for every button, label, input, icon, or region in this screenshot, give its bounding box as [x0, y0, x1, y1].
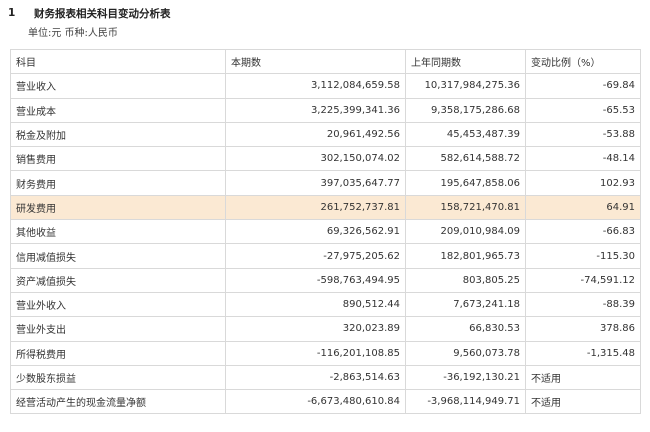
column-header-prior: 上年同期数 — [405, 48, 526, 75]
row-prior: 582,614,588.72 — [405, 146, 526, 172]
row-current: 320,023.89 — [225, 316, 406, 342]
row-item: 少数股东损益 — [10, 364, 226, 391]
row-item: 营业收入 — [10, 73, 226, 99]
row-change: -88.39 — [525, 291, 641, 318]
row-change: -1,315.48 — [525, 340, 641, 366]
row-change: -48.14 — [525, 146, 641, 172]
row-item: 经营活动产生的现金流量净额 — [10, 389, 226, 415]
row-prior: 209,010,984.09 — [405, 219, 526, 245]
row-item: 营业成本 — [10, 97, 226, 123]
row-change: 64.91 — [525, 194, 641, 221]
row-current: 3,112,084,659.58 — [225, 73, 406, 99]
table-row: 其他收益 69,326,562.91 209,010,984.09 -66.83 — [10, 219, 641, 245]
row-current: 890,512.44 — [225, 291, 406, 318]
row-item: 销售费用 — [10, 146, 226, 172]
table-row: 营业外支出 320,023.89 66,830.53 378.86 — [10, 316, 641, 342]
table-row: 销售费用 302,150,074.02 582,614,588.72 -48.14 — [10, 146, 641, 172]
row-current: 69,326,562.91 — [225, 219, 406, 245]
column-header-change: 变动比例（%） — [525, 48, 641, 75]
table-row: 税金及附加 20,961,492.56 45,453,487.39 -53.88 — [10, 121, 641, 148]
row-prior: 9,358,175,286.68 — [405, 97, 526, 123]
row-change: 378.86 — [525, 316, 641, 342]
row-item: 税金及附加 — [10, 121, 226, 148]
table-row: 少数股东损益 -2,863,514.63 -36,192,130.21 不适用 — [10, 364, 641, 391]
row-current: -27,975,205.62 — [225, 243, 406, 269]
unit-label: 单位:元 币种:人民币 — [28, 28, 118, 39]
row-change: -69.84 — [525, 73, 641, 99]
row-current: -116,201,108.85 — [225, 340, 406, 366]
row-prior: 45,453,487.39 — [405, 121, 526, 148]
table-header-row: 科目 本期数 上年同期数 变动比例（%） — [10, 48, 641, 75]
row-current: 3,225,399,341.36 — [225, 97, 406, 123]
row-current: 302,150,074.02 — [225, 146, 406, 172]
row-current: 397,035,647.77 — [225, 170, 406, 196]
table-row: 资产减值损失 -598,763,494.95 803,805.25 -74,591.1… — [10, 267, 641, 293]
table-row: 研发费用 261,752,737.81 158,721,470.81 64.91 — [10, 194, 641, 221]
table-row: 信用减值损失 -27,975,205.62 182,801,965.73 -115.3… — [10, 243, 641, 269]
row-change: -53.88 — [525, 121, 641, 148]
row-change: -74,591.12 — [525, 267, 641, 293]
table-row: 营业外收入 890,512.44 7,673,241.18 -88.39 — [10, 291, 641, 318]
row-current: 261,752,737.81 — [225, 194, 406, 221]
row-current: -598,763,494.95 — [225, 267, 406, 293]
row-current: -6,673,480,610.84 — [225, 389, 406, 415]
row-current: -2,863,514.63 — [225, 364, 406, 391]
row-item: 营业外支出 — [10, 316, 226, 342]
row-item: 其他收益 — [10, 219, 226, 245]
row-prior: 7,673,241.18 — [405, 291, 526, 318]
row-prior: 182,801,965.73 — [405, 243, 526, 269]
table-row: 所得税费用 -116,201,108.85 9,560,073.78 -1,315.4… — [10, 340, 641, 366]
row-prior: 803,805.25 — [405, 267, 526, 293]
page-title: 财务报表相关科目变动分析表 — [34, 7, 171, 20]
row-change: 不适用 — [525, 364, 641, 391]
row-item: 资产减值损失 — [10, 267, 226, 293]
row-change: -115.30 — [525, 243, 641, 269]
row-prior: 10,317,984,275.36 — [405, 73, 526, 99]
row-change: 102.93 — [525, 170, 641, 196]
row-item: 研发费用 — [10, 194, 226, 221]
table-row: 经营活动产生的现金流量净额 -6,673,480,610.84 -3,968,114… — [10, 389, 641, 415]
financial-table: 科目 本期数 上年同期数 变动比例（%） 营业收入 3,112,084,659.5… — [10, 48, 641, 415]
row-item: 营业外收入 — [10, 291, 226, 318]
table-row: 财务费用 397,035,647.77 195,647,858.06 102.93 — [10, 170, 641, 196]
row-change: -66.83 — [525, 219, 641, 245]
row-item: 所得税费用 — [10, 340, 226, 366]
section-number: 1 — [8, 7, 16, 19]
row-item: 财务费用 — [10, 170, 226, 196]
column-header-item: 科目 — [10, 48, 226, 75]
row-prior: 158,721,470.81 — [405, 194, 526, 221]
row-prior: 66,830.53 — [405, 316, 526, 342]
row-prior: -3,968,114,949.71 — [405, 389, 526, 415]
row-current: 20,961,492.56 — [225, 121, 406, 148]
row-item: 信用减值损失 — [10, 243, 226, 269]
row-change: -65.53 — [525, 97, 641, 123]
table-row: 营业成本 3,225,399,341.36 9,358,175,286.68 -65.… — [10, 97, 641, 123]
table-row: 营业收入 3,112,084,659.58 10,317,984,275.36 -69… — [10, 73, 641, 99]
row-prior: 9,560,073.78 — [405, 340, 526, 366]
table-heading: 1 财务报表相关科目变动分析表 — [8, 4, 171, 22]
row-prior: -36,192,130.21 — [405, 364, 526, 391]
row-change: 不适用 — [525, 389, 641, 415]
row-prior: 195,647,858.06 — [405, 170, 526, 196]
column-header-current: 本期数 — [225, 48, 406, 75]
